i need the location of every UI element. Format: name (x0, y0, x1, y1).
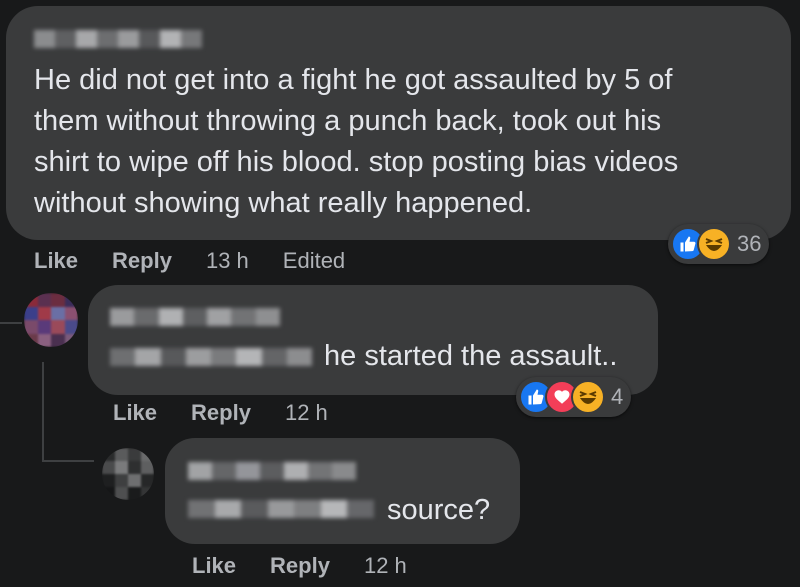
edited-label: Edited (282, 248, 346, 273)
avatar[interactable] (102, 448, 154, 500)
timestamp-link[interactable]: 12 h (364, 553, 407, 579)
reply-button[interactable]: Reply (270, 553, 330, 579)
like-button[interactable]: Like (34, 248, 78, 274)
like-button[interactable]: Like (113, 400, 157, 426)
comment-author-name-3[interactable] (188, 462, 356, 480)
comment-text: source? (387, 494, 491, 526)
timestamp-link[interactable]: 12 h (285, 400, 328, 426)
comment-author-name-3-line2[interactable] (188, 500, 375, 518)
comment-actions-1: Like Reply 13 h Edited (34, 248, 345, 274)
reply-button[interactable]: Reply (112, 248, 172, 274)
avatar[interactable] (24, 293, 78, 347)
haha-icon (697, 227, 731, 261)
reactions-summary-1[interactable]: 36 (668, 224, 770, 264)
reactions-summary-2[interactable]: 4 (516, 377, 632, 417)
comment-text-line: shirt to wipe off his blood. stop postin… (34, 146, 679, 178)
haha-icon (571, 380, 605, 414)
thread-line-top (0, 322, 22, 324)
like-button[interactable]: Like (192, 553, 236, 579)
comment-text-line: them without throwing a punch back, took… (34, 105, 662, 137)
reaction-count: 4 (611, 384, 624, 409)
comment-text: he started the assault.. (324, 340, 618, 372)
comment-text-line: He did not get into a fight he got assau… (34, 64, 673, 96)
thread-line-vertical (42, 362, 44, 462)
thread-line-branch (42, 460, 94, 462)
comment-text-line: without showing what really happened. (34, 187, 533, 219)
comment-author-name-2[interactable] (110, 308, 280, 326)
comment-author-name-1[interactable] (34, 30, 202, 48)
timestamp-link[interactable]: 13 h (206, 248, 249, 274)
comment-actions-3: Like Reply 12 h (192, 553, 407, 579)
reply-button[interactable]: Reply (191, 400, 251, 426)
reaction-count: 36 (737, 231, 762, 256)
comment-actions-2: Like Reply 12 h (113, 400, 328, 426)
comment-author-name-2-line2[interactable] (110, 348, 312, 366)
